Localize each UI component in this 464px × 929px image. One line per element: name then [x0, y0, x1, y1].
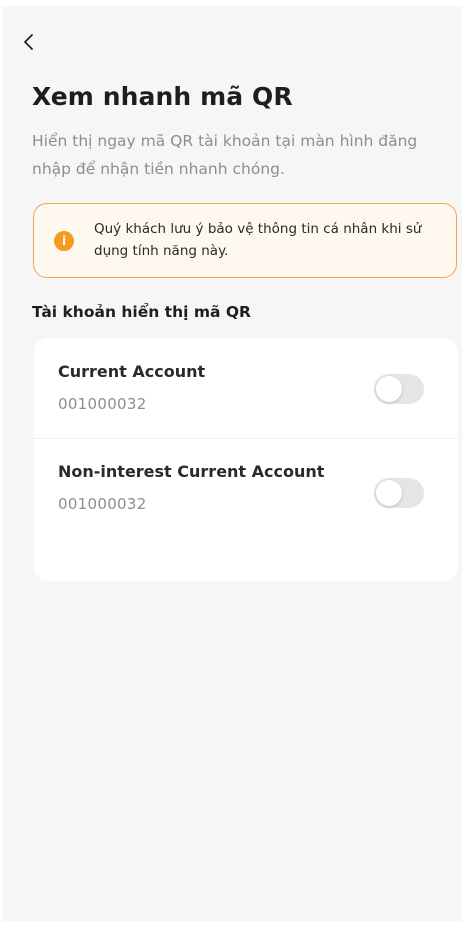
accounts-card: Current Account 001000032 Non-interest C… — [34, 338, 458, 581]
toggle-knob — [376, 480, 402, 506]
toggle-knob — [376, 376, 402, 402]
account-row: Current Account 001000032 — [34, 338, 458, 439]
back-button[interactable] — [22, 24, 58, 60]
page-description: Hiển thị ngay mã QR tài khoản tại màn hì… — [32, 132, 418, 178]
notice-text: Quý khách lưu ý bảo vệ thông tin cá nhân… — [94, 221, 422, 259]
account-qr-toggle[interactable] — [374, 374, 424, 404]
privacy-notice: i Quý khách lưu ý bảo vệ thông tin cá nh… — [33, 203, 457, 278]
account-name: Non-interest Current Account — [58, 462, 325, 481]
account-number: 001000032 — [58, 395, 147, 413]
account-name: Current Account — [58, 362, 206, 381]
accounts-section-title: Tài khoản hiển thị mã QR — [32, 303, 251, 321]
account-qr-toggle[interactable] — [374, 478, 424, 508]
qr-quick-view-screen: Xem nhanh mã QR Hiển thị ngay mã QR tài … — [2, 6, 462, 921]
page-title: Xem nhanh mã QR — [32, 82, 293, 111]
chevron-left-icon — [24, 34, 33, 50]
account-row: Non-interest Current Account 001000032 — [34, 439, 458, 539]
info-icon: i — [54, 231, 74, 251]
account-number: 001000032 — [58, 495, 147, 513]
